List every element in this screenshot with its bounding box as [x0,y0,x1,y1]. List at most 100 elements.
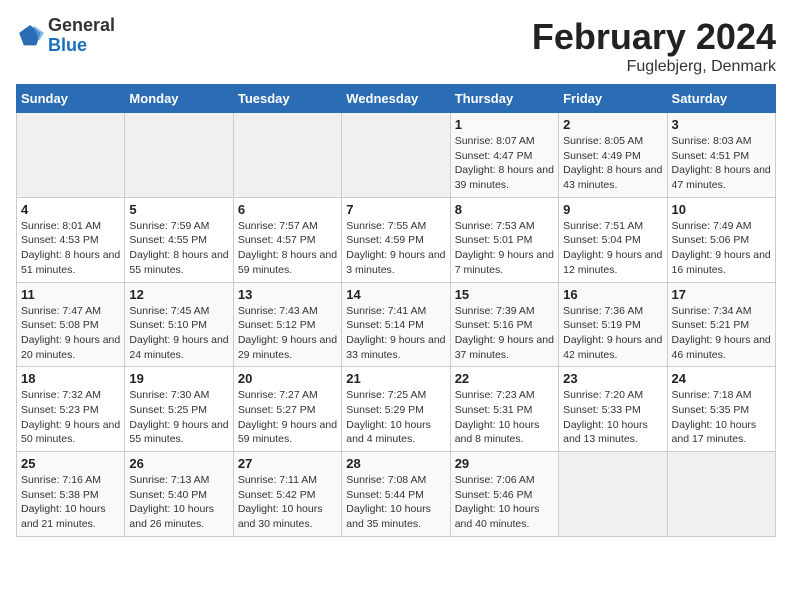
logo-general: General [48,15,115,35]
calendar-week-row: 18 Sunrise: 7:32 AMSunset: 5:23 PMDayligh… [17,367,776,452]
calendar-cell: 8 Sunrise: 7:53 AMSunset: 5:01 PMDaylight… [450,197,558,282]
calendar-week-row: 11Sunrise: 7:47 AMSunset: 5:08 PMDayligh… [17,282,776,367]
calendar-cell [667,452,775,537]
logo-icon [16,22,44,50]
main-title: February 2024 [532,16,776,58]
calendar-cell [559,452,667,537]
day-info: Sunrise: 7:06 AMSunset: 5:46 PMDaylight:… [455,473,554,532]
day-number: 9 [563,202,662,217]
calendar-cell: 21Sunrise: 7:25 AMSunset: 5:29 PMDayligh… [342,367,450,452]
calendar-cell: 15 Sunrise: 7:39 AMSunset: 5:16 PMDayligh… [450,282,558,367]
page-header: General Blue February 2024 Fuglebjerg, D… [16,16,776,76]
day-info: Sunrise: 8:03 AMSunset: 4:51 PMDaylight:… [672,134,771,193]
calendar-cell: 7 Sunrise: 7:55 AMSunset: 4:59 PMDaylight… [342,197,450,282]
calendar-cell: 2 Sunrise: 8:05 AMSunset: 4:49 PMDaylight… [559,113,667,198]
day-number: 10 [672,202,771,217]
calendar-week-row: 25Sunrise: 7:16 AMSunset: 5:38 PMDayligh… [17,452,776,537]
day-info: Sunrise: 7:55 AMSunset: 4:59 PMDaylight:… [346,219,445,278]
day-info: Sunrise: 7:08 AMSunset: 5:44 PMDaylight:… [346,473,445,532]
day-info: Sunrise: 7:41 AMSunset: 5:14 PMDaylight:… [346,304,445,363]
calendar-cell: 28 Sunrise: 7:08 AMSunset: 5:44 PMDayligh… [342,452,450,537]
calendar-cell: 11Sunrise: 7:47 AMSunset: 5:08 PMDayligh… [17,282,125,367]
day-info: Sunrise: 7:18 AMSunset: 5:35 PMDaylight:… [672,388,771,447]
day-number: 3 [672,117,771,132]
calendar-cell: 3 Sunrise: 8:03 AMSunset: 4:51 PMDaylight… [667,113,775,198]
day-info: Sunrise: 7:27 AMSunset: 5:27 PMDaylight:… [238,388,337,447]
day-number: 18 [21,371,120,386]
calendar-cell [342,113,450,198]
calendar-cell [17,113,125,198]
weekday-header: Saturday [667,85,775,113]
calendar-cell: 29 Sunrise: 7:06 AMSunset: 5:46 PMDayligh… [450,452,558,537]
calendar-cell [125,113,233,198]
day-number: 2 [563,117,662,132]
logo-text: General Blue [48,16,115,56]
day-number: 25 [21,456,120,471]
logo-blue: Blue [48,35,87,55]
day-info: Sunrise: 7:59 AMSunset: 4:55 PMDaylight:… [129,219,228,278]
subtitle: Fuglebjerg, Denmark [532,58,776,76]
day-number: 8 [455,202,554,217]
day-number: 14 [346,287,445,302]
calendar-cell: 14 Sunrise: 7:41 AMSunset: 5:14 PMDayligh… [342,282,450,367]
calendar-cell: 22 Sunrise: 7:23 AMSunset: 5:31 PMDayligh… [450,367,558,452]
calendar-cell: 26 Sunrise: 7:13 AMSunset: 5:40 PMDayligh… [125,452,233,537]
day-number: 26 [129,456,228,471]
day-info: Sunrise: 7:11 AMSunset: 5:42 PMDaylight:… [238,473,337,532]
day-info: Sunrise: 7:53 AMSunset: 5:01 PMDaylight:… [455,219,554,278]
calendar-cell [233,113,341,198]
day-info: Sunrise: 8:07 AMSunset: 4:47 PMDaylight:… [455,134,554,193]
day-number: 1 [455,117,554,132]
calendar-cell: 16Sunrise: 7:36 AMSunset: 5:19 PMDayligh… [559,282,667,367]
day-info: Sunrise: 7:43 AMSunset: 5:12 PMDaylight:… [238,304,337,363]
day-number: 4 [21,202,120,217]
day-info: Sunrise: 7:32 AMSunset: 5:23 PMDaylight:… [21,388,120,447]
weekday-header: Thursday [450,85,558,113]
day-number: 27 [238,456,337,471]
calendar-cell: 12Sunrise: 7:45 AMSunset: 5:10 PMDayligh… [125,282,233,367]
calendar-cell: 4Sunrise: 8:01 AMSunset: 4:53 PMDaylight… [17,197,125,282]
title-section: February 2024 Fuglebjerg, Denmark [532,16,776,76]
calendar-cell: 18 Sunrise: 7:32 AMSunset: 5:23 PMDayligh… [17,367,125,452]
day-info: Sunrise: 7:39 AMSunset: 5:16 PMDaylight:… [455,304,554,363]
calendar-cell: 13 Sunrise: 7:43 AMSunset: 5:12 PMDayligh… [233,282,341,367]
day-info: Sunrise: 7:49 AMSunset: 5:06 PMDaylight:… [672,219,771,278]
calendar-week-row: 4Sunrise: 8:01 AMSunset: 4:53 PMDaylight… [17,197,776,282]
calendar-cell: 10 Sunrise: 7:49 AMSunset: 5:06 PMDayligh… [667,197,775,282]
day-number: 22 [455,371,554,386]
calendar-cell: 27 Sunrise: 7:11 AMSunset: 5:42 PMDayligh… [233,452,341,537]
day-number: 23 [563,371,662,386]
day-number: 13 [238,287,337,302]
calendar-cell: 9 Sunrise: 7:51 AMSunset: 5:04 PMDaylight… [559,197,667,282]
day-number: 5 [129,202,228,217]
day-info: Sunrise: 7:20 AMSunset: 5:33 PMDaylight:… [563,388,662,447]
calendar-cell: 20 Sunrise: 7:27 AMSunset: 5:27 PMDayligh… [233,367,341,452]
day-number: 15 [455,287,554,302]
calendar-cell: 5 Sunrise: 7:59 AMSunset: 4:55 PMDaylight… [125,197,233,282]
calendar-cell: 6 Sunrise: 7:57 AMSunset: 4:57 PMDaylight… [233,197,341,282]
day-info: Sunrise: 7:13 AMSunset: 5:40 PMDaylight:… [129,473,228,532]
weekday-header: Friday [559,85,667,113]
day-number: 6 [238,202,337,217]
day-info: Sunrise: 7:23 AMSunset: 5:31 PMDaylight:… [455,388,554,447]
calendar-week-row: 1 Sunrise: 8:07 AMSunset: 4:47 PMDaylight… [17,113,776,198]
calendar-cell: 17Sunrise: 7:34 AMSunset: 5:21 PMDayligh… [667,282,775,367]
weekday-header: Sunday [17,85,125,113]
day-info: Sunrise: 8:05 AMSunset: 4:49 PMDaylight:… [563,134,662,193]
day-info: Sunrise: 7:34 AMSunset: 5:21 PMDaylight:… [672,304,771,363]
day-info: Sunrise: 7:30 AMSunset: 5:25 PMDaylight:… [129,388,228,447]
calendar-cell: 19 Sunrise: 7:30 AMSunset: 5:25 PMDayligh… [125,367,233,452]
day-number: 11 [21,287,120,302]
day-number: 29 [455,456,554,471]
day-info: Sunrise: 7:57 AMSunset: 4:57 PMDaylight:… [238,219,337,278]
logo: General Blue [16,16,115,56]
day-info: Sunrise: 7:51 AMSunset: 5:04 PMDaylight:… [563,219,662,278]
calendar-table: SundayMondayTuesdayWednesdayThursdayFrid… [16,84,776,537]
day-number: 19 [129,371,228,386]
day-number: 28 [346,456,445,471]
day-info: Sunrise: 7:36 AMSunset: 5:19 PMDaylight:… [563,304,662,363]
calendar-cell: 1 Sunrise: 8:07 AMSunset: 4:47 PMDaylight… [450,113,558,198]
day-number: 20 [238,371,337,386]
calendar-cell: 25Sunrise: 7:16 AMSunset: 5:38 PMDayligh… [17,452,125,537]
day-number: 7 [346,202,445,217]
